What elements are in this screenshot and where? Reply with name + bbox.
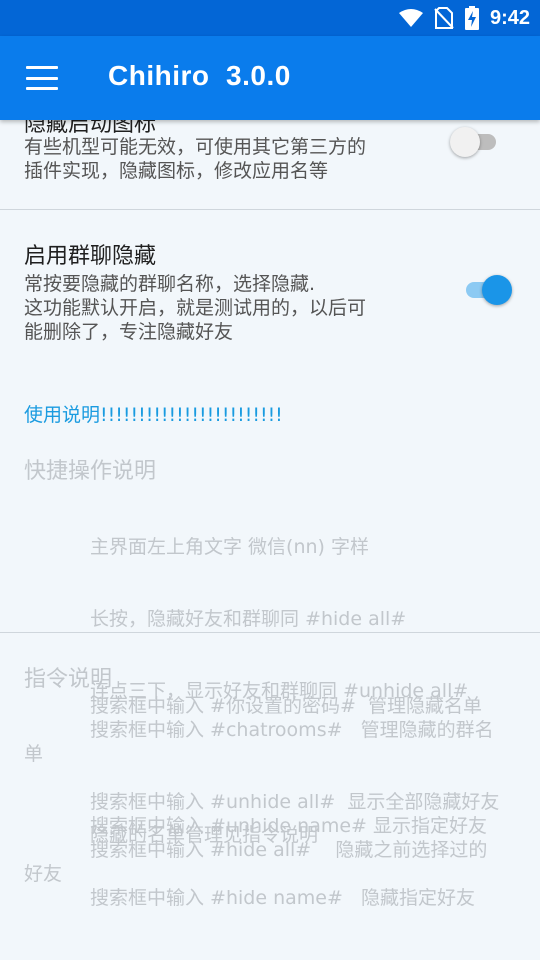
pref-group-chat-hide[interactable]: 启用群聊隐藏 常按要隐藏的群聊名称，选择隐藏. 这功能默认开启，就是测试用的，以…: [0, 210, 540, 370]
settings-content: 隐藏启动图标 有些机型可能无效，可使用其它第三方的 插件实现，隐藏图标，修改应用…: [0, 120, 540, 960]
pref-summary: 常按要隐藏的群聊名称，选择隐藏. 这功能默认开启，就是测试用的，以后可 能删除了…: [24, 272, 424, 344]
hamburger-menu-icon[interactable]: [22, 62, 62, 94]
pref-summary: 有些机型可能无效，可使用其它第三方的 插件实现，隐藏图标，修改应用名等: [24, 135, 424, 183]
app-bar: Chihiro 3.0.0: [0, 36, 540, 120]
quick-ops-title: 快捷操作说明: [24, 459, 157, 484]
usage-instructions-link[interactable]: 使用说明!!!!!!!!!!!!!!!!!!!!!!!!: [24, 400, 283, 427]
switch-thumb: [450, 127, 480, 157]
group-chat-hide-switch[interactable]: [460, 270, 512, 310]
command-line: 搜索框中输入 #unhide all# 显示全部隐藏好友: [90, 791, 500, 813]
pref-summary-line: 有些机型可能无效，可使用其它第三方的: [24, 136, 367, 158]
note-line: 主界面左上角文字 微信(nn) 字样: [90, 536, 369, 558]
switch-thumb: [482, 275, 512, 305]
command-line: 搜索框中输入 #chatrooms# 管理隐藏的群名: [90, 719, 494, 741]
hide-icon-switch[interactable]: [450, 122, 502, 162]
divider: [0, 632, 540, 633]
pref-hide-launcher-icon[interactable]: 隐藏启动图标 有些机型可能无效，可使用其它第三方的 插件实现，隐藏图标，修改应用…: [0, 120, 540, 210]
command-line-wrap: 好友: [24, 863, 63, 885]
pref-summary-line: 插件实现，隐藏图标，修改应用名等: [24, 160, 329, 182]
command-line: 搜索框中输入 #hide all# 隐藏之前选择过的: [90, 839, 488, 861]
app-title: Chihiro 3.0.0: [108, 60, 291, 91]
pref-summary-line: 这功能默认开启，就是测试用的，以后可: [24, 297, 367, 319]
status-bar: 9:42: [0, 0, 540, 36]
status-icons: 9:42: [398, 0, 530, 36]
status-time: 9:42: [489, 6, 530, 29]
wifi-icon: [398, 9, 423, 27]
commands-title: 指令说明: [24, 667, 113, 692]
pref-title: 启用群聊隐藏: [24, 244, 157, 269]
command-line: 搜索框中输入 #hide name# 隐藏指定好友: [90, 887, 475, 909]
note-line: 长按，隐藏好友和群聊同 #hide all#: [90, 608, 407, 630]
pref-summary-line: 能删除了，专注隐藏好友: [24, 321, 234, 343]
command-line-wrap: 单: [24, 743, 44, 765]
command-line: 搜索框中输入 #unhide name# 显示指定好友: [90, 815, 487, 837]
command-line: 搜索框中输入 #你设置的密码# 管理隐藏名单: [90, 695, 482, 717]
note-line: [90, 751, 468, 775]
no-sim-icon: [434, 7, 454, 29]
pref-summary-line: 常按要隐藏的群聊名称，选择隐藏.: [24, 273, 316, 295]
battery-charging-icon: [464, 6, 479, 30]
